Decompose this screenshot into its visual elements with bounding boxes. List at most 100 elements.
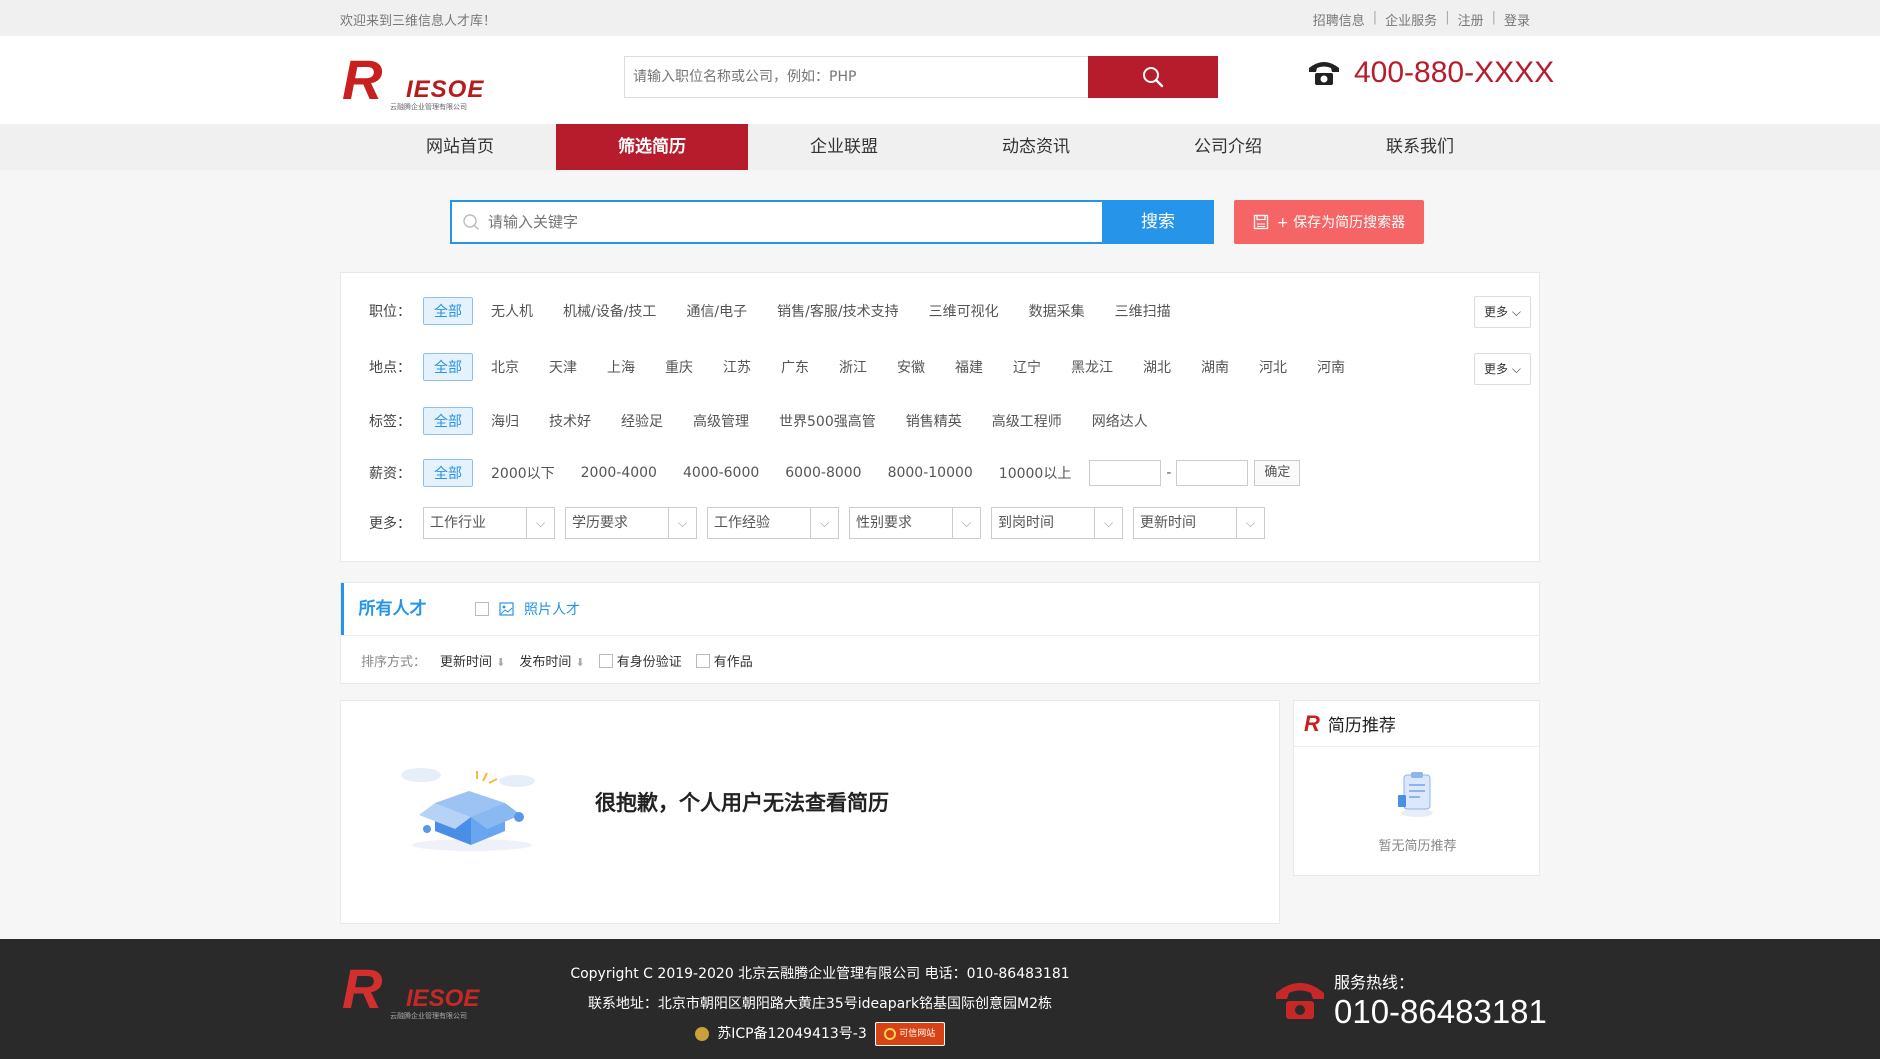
filter-option[interactable]: 8000-10000 bbox=[888, 465, 973, 481]
nav-filter-resumes[interactable]: 筛选简历 bbox=[556, 124, 748, 170]
filter-option[interactable]: 重庆 bbox=[665, 357, 693, 377]
link-register[interactable]: 注册 bbox=[1458, 10, 1484, 29]
link-login[interactable]: 登录 bbox=[1504, 10, 1530, 29]
filter-option[interactable]: 销售/客服/技术支持 bbox=[777, 301, 898, 321]
filter-option[interactable]: 三维可视化 bbox=[929, 301, 999, 321]
sort-label: 排序方式： bbox=[361, 655, 427, 670]
site-logo[interactable]: R IESOE 云融腾企业管理有限公司 bbox=[340, 52, 483, 112]
experience-select[interactable]: 工作经验 ⌵ bbox=[707, 507, 839, 539]
keyword-search: 搜索 bbox=[450, 200, 1214, 244]
filter-tags-label: 标签： bbox=[369, 414, 411, 430]
industry-select[interactable]: 工作行业 ⌵ bbox=[423, 507, 555, 539]
keyword-input[interactable] bbox=[488, 202, 1088, 242]
recommend-title: 简历推荐 bbox=[1327, 716, 1396, 736]
filter-option[interactable]: 6000-8000 bbox=[785, 465, 861, 481]
filter-option[interactable]: 销售精英 bbox=[906, 411, 962, 431]
filter-option[interactable]: 网络达人 bbox=[1092, 411, 1148, 431]
sort-publish-time[interactable]: 发布时间 ⬇ bbox=[519, 651, 584, 670]
filter-option[interactable]: 通信/电子 bbox=[686, 301, 747, 321]
resume-recommend-panel: R 简历推荐 暂无简历推荐 bbox=[1293, 700, 1540, 876]
keyword-search-button[interactable]: 搜索 bbox=[1102, 200, 1214, 244]
filter-option[interactable]: 广东 bbox=[781, 357, 809, 377]
filter-option[interactable]: 2000以下 bbox=[491, 463, 555, 483]
filter-option[interactable]: 浙江 bbox=[839, 357, 867, 377]
filter-option[interactable]: 安徽 bbox=[897, 357, 925, 377]
chevron-down-icon: ⌵ bbox=[526, 508, 554, 538]
gender-select[interactable]: 性别要求 ⌵ bbox=[849, 507, 981, 539]
filter-option[interactable]: 数据采集 bbox=[1029, 301, 1085, 321]
photo-checkbox[interactable] bbox=[475, 602, 489, 616]
education-select[interactable]: 学历要求 ⌵ bbox=[565, 507, 697, 539]
filter-location-row: 地点： 全部 北京 天津 上海 重庆 江苏 广东 浙江 安徽 福建 辽宁 黑龙江… bbox=[369, 353, 1375, 381]
nav-home[interactable]: 网站首页 bbox=[364, 124, 556, 170]
top-bar: 欢迎来到三维信息人才库！ 招聘信息 | 企业服务 | 注册 | 登录 bbox=[0, 0, 1880, 36]
result-tabs: 所有人才 照片人才 排序方式： 更新时间 ⬇ 发布时间 ⬇ 有身份验证 有作品 bbox=[340, 582, 1540, 684]
filter-option[interactable]: 天津 bbox=[549, 357, 577, 377]
id-verified-checkbox[interactable] bbox=[598, 653, 613, 668]
has-works-filter[interactable]: 有作品 bbox=[695, 651, 753, 670]
update-time-select[interactable]: 更新时间 ⌵ bbox=[1133, 507, 1265, 539]
nav-news[interactable]: 动态资讯 bbox=[940, 124, 1132, 170]
filter-option[interactable]: 全部 bbox=[423, 297, 473, 325]
filter-option[interactable]: 湖南 bbox=[1201, 357, 1229, 377]
filter-location-label: 地点： bbox=[369, 360, 411, 376]
filter-option[interactable]: 河北 bbox=[1259, 357, 1287, 377]
position-more-button[interactable]: 更多 ⌵ bbox=[1474, 296, 1531, 328]
arrival-time-select[interactable]: 到岗时间 ⌵ bbox=[991, 507, 1123, 539]
footer-icp[interactable]: 苏ICP备12049413号-3 bbox=[717, 1019, 867, 1049]
filter-option[interactable]: 4000-6000 bbox=[683, 465, 759, 481]
chevron-down-icon: ⌵ bbox=[1236, 508, 1264, 538]
filter-option[interactable]: 上海 bbox=[607, 357, 635, 377]
filter-option[interactable]: 高级工程师 bbox=[992, 411, 1062, 431]
chevron-down-icon: ⌵ bbox=[1511, 362, 1521, 376]
has-works-checkbox[interactable] bbox=[695, 653, 710, 668]
filter-option[interactable]: 技术好 bbox=[549, 411, 591, 431]
header-search-input[interactable] bbox=[625, 57, 1088, 97]
filter-option[interactable]: 辽宁 bbox=[1013, 357, 1041, 377]
search-icon bbox=[463, 214, 479, 230]
filter-option[interactable]: 福建 bbox=[955, 357, 983, 377]
salary-confirm-button[interactable]: 确定 bbox=[1254, 460, 1301, 486]
filter-option[interactable]: 无人机 bbox=[491, 301, 533, 321]
filter-option[interactable]: 全部 bbox=[423, 407, 473, 435]
filter-option[interactable]: 海归 bbox=[491, 411, 519, 431]
filter-option[interactable]: 湖北 bbox=[1143, 357, 1171, 377]
nav-alliance[interactable]: 企业联盟 bbox=[748, 124, 940, 170]
no-permission-message: 很抱歉，个人用户无法查看简历 bbox=[595, 791, 889, 815]
filter-option[interactable]: 河南 bbox=[1317, 357, 1345, 377]
filter-option[interactable]: 黑龙江 bbox=[1071, 357, 1113, 377]
footer-address: 联系地址：北京市朝阳区朝阳路大黄庄35号ideapark铭基国际创意园M2栋 bbox=[587, 996, 1053, 1012]
filter-option[interactable]: 2000-4000 bbox=[581, 465, 657, 481]
filter-option[interactable]: 北京 bbox=[491, 357, 519, 377]
header-search-button[interactable] bbox=[1088, 56, 1218, 98]
location-more-button[interactable]: 更多 ⌵ bbox=[1474, 353, 1531, 385]
id-verified-filter[interactable]: 有身份验证 bbox=[598, 651, 682, 670]
filter-option[interactable]: 机械/设备/技工 bbox=[563, 301, 656, 321]
filter-position-row: 职位： 全部 无人机 机械/设备/技工 通信/电子 销售/客服/技术支持 三维可… bbox=[369, 297, 1201, 325]
tab-photo-talents[interactable]: 照片人才 bbox=[475, 599, 580, 619]
nav-contact[interactable]: 联系我们 bbox=[1324, 124, 1516, 170]
filter-option[interactable]: 世界500强高管 bbox=[779, 411, 876, 431]
police-badge-icon bbox=[695, 1027, 710, 1041]
filter-option[interactable]: 高级管理 bbox=[693, 411, 749, 431]
hotline-label: 服务热线： bbox=[1334, 973, 1415, 992]
nav-about[interactable]: 公司介绍 bbox=[1132, 124, 1324, 170]
chevron-down-icon: ⌵ bbox=[810, 508, 838, 538]
filter-option[interactable]: 江苏 bbox=[723, 357, 751, 377]
link-jobs[interactable]: 招聘信息 bbox=[1313, 10, 1365, 29]
link-enterprise[interactable]: 企业服务 bbox=[1385, 10, 1437, 29]
filter-option[interactable]: 10000以上 bbox=[999, 463, 1072, 483]
filter-option[interactable]: 全部 bbox=[423, 353, 473, 381]
trusted-site-badge[interactable]: 可信网站 bbox=[874, 1022, 945, 1046]
salary-min-input[interactable] bbox=[1089, 460, 1162, 486]
search-icon bbox=[1143, 67, 1164, 88]
save-search-button[interactable]: + 保存为简历搜索器 bbox=[1234, 200, 1424, 244]
arrow-down-icon: ⬇ bbox=[496, 656, 506, 669]
filter-option[interactable]: 三维扫描 bbox=[1115, 301, 1171, 321]
salary-max-input[interactable] bbox=[1176, 460, 1249, 486]
footer-copyright: Copyright C 2019-2020 北京云融腾企业管理有限公司 电话：0… bbox=[570, 966, 1070, 982]
filter-option[interactable]: 全部 bbox=[423, 459, 473, 487]
filter-option[interactable]: 经验足 bbox=[621, 411, 663, 431]
sort-update-time[interactable]: 更新时间 ⬇ bbox=[440, 651, 505, 670]
tab-all-talents[interactable]: 所有人才 bbox=[341, 583, 441, 635]
